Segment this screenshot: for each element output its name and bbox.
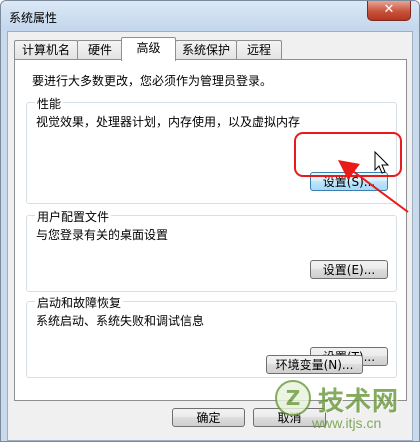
watermark-url: www.itjs.cn — [312, 415, 382, 431]
mouse-cursor-icon — [374, 151, 390, 174]
watermark-logo-letter: Z — [286, 386, 301, 410]
watermark: Z 技术网 www.itjs.cn — [272, 375, 420, 442]
watermark-logo-icon: Z — [275, 380, 311, 416]
watermark-text: 技术网 — [318, 387, 400, 417]
